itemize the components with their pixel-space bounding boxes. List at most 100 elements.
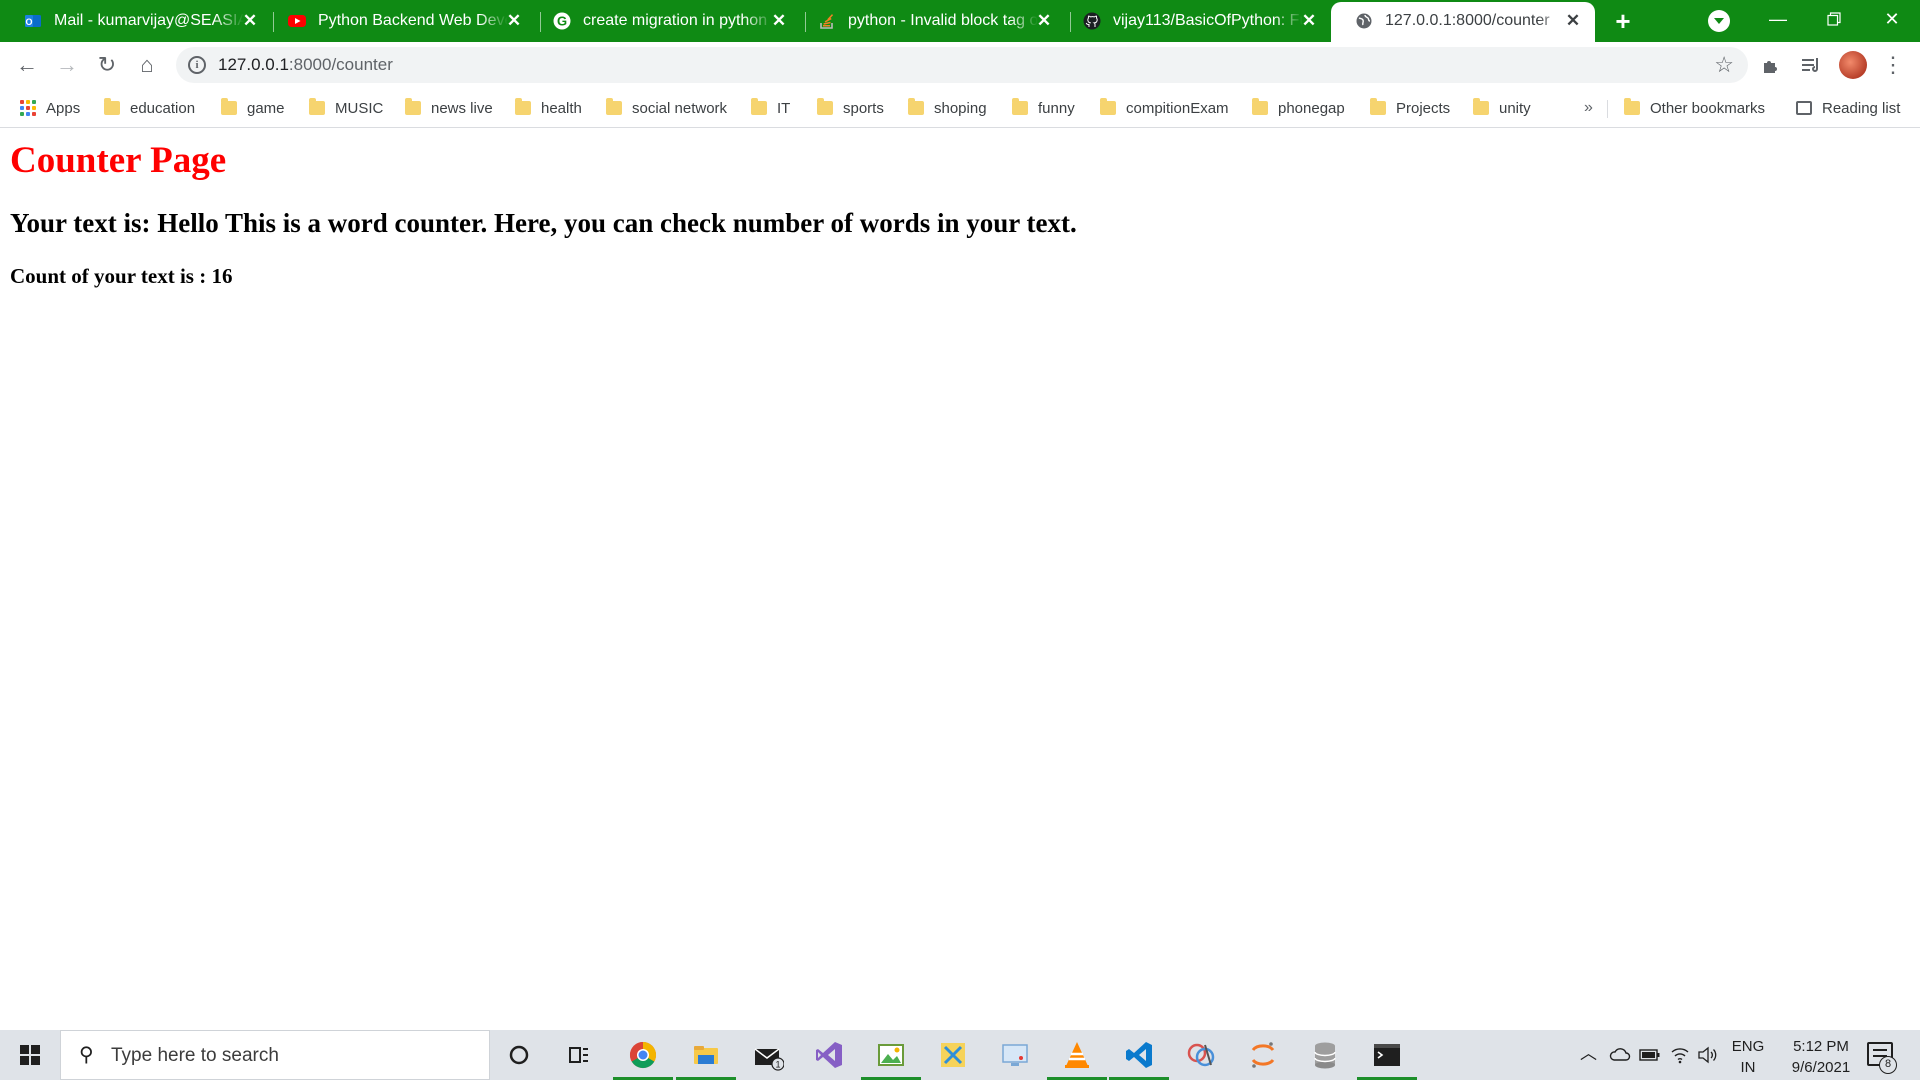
cortana-icon[interactable] <box>503 1039 535 1071</box>
reading-list[interactable]: Reading list <box>1796 96 1900 120</box>
input-language-indicator[interactable]: ENG IN <box>1728 1036 1768 1078</box>
bookmark-label: IT <box>777 99 791 117</box>
bookmark-folder-shoping[interactable]: shoping <box>908 96 987 120</box>
visual-studio-icon[interactable] <box>813 1039 845 1071</box>
address-url[interactable]: 127.0.0.1:8000/counter <box>218 55 393 75</box>
bookmark-folder-education[interactable]: education <box>104 96 195 120</box>
close-tab-icon[interactable]: ✕ <box>769 11 789 31</box>
home-icon[interactable]: ⌂ <box>134 52 160 78</box>
restore-icon[interactable] <box>1806 0 1862 40</box>
wifi-icon[interactable] <box>1670 1046 1690 1064</box>
windows-start-icon[interactable] <box>0 1030 60 1080</box>
tab-stackoverflow[interactable]: python - Invalid block tag on line ✕ <box>794 0 1066 42</box>
search-icon: ⚲ <box>79 1044 94 1066</box>
site-info-icon[interactable]: i <box>188 56 206 74</box>
tab-search-icon[interactable] <box>1708 10 1730 32</box>
apps-grid-icon <box>20 100 36 116</box>
vlc-icon[interactable] <box>1061 1039 1093 1071</box>
browser-toolbar: ← → ↻ ⌂ i 127.0.0.1:8000/counter ☆ ⋮ <box>0 42 1920 88</box>
other-bookmarks[interactable]: Other bookmarks <box>1624 96 1765 120</box>
jupyter-icon[interactable] <box>1247 1039 1279 1071</box>
folder-icon <box>1252 98 1268 115</box>
folder-icon <box>405 98 421 115</box>
bookmark-apps[interactable]: Apps <box>20 96 80 120</box>
folder-icon <box>309 98 325 115</box>
close-tab-icon[interactable]: ✕ <box>1563 11 1583 31</box>
bookmarks-overflow-chevron-icon[interactable]: » <box>1584 96 1593 120</box>
tab-github[interactable]: vijay113/BasicOfPython: Fundamentals ✕ <box>1059 0 1331 42</box>
bookmark-folder-projects[interactable]: Projects <box>1370 96 1450 120</box>
folder-icon <box>1624 98 1640 115</box>
mail-badge: 1 <box>775 1060 780 1070</box>
folder-icon <box>1012 98 1028 115</box>
terminal-icon[interactable] <box>1371 1039 1403 1071</box>
new-tab-button[interactable]: + <box>1610 8 1636 35</box>
battery-icon[interactable] <box>1639 1047 1661 1063</box>
folder-icon <box>908 98 924 115</box>
tab-counter-active[interactable]: 127.0.0.1:8000/counter ✕ <box>1331 2 1595 42</box>
volume-icon[interactable] <box>1697 1046 1719 1064</box>
minimize-icon[interactable]: — <box>1750 0 1806 40</box>
paint-icon[interactable] <box>1185 1039 1217 1071</box>
word-count-result: Count of your text is : 16 <box>10 264 233 288</box>
reading-list-icon <box>1796 101 1812 115</box>
bookmark-folder-phonegap[interactable]: phonegap <box>1252 96 1345 120</box>
profile-avatar[interactable] <box>1839 51 1867 79</box>
task-view-icon[interactable] <box>563 1039 595 1071</box>
youtube-icon <box>288 15 306 27</box>
bookmark-folder-health[interactable]: health <box>515 96 582 120</box>
stackoverflow-icon <box>820 14 834 29</box>
tab-title: vijay113/BasicOfPython: Fundamentals <box>1113 12 1303 29</box>
folder-icon <box>606 98 622 115</box>
bookmark-folder-it[interactable]: IT <box>751 96 790 120</box>
cloud-sync-icon[interactable] <box>1609 1046 1631 1064</box>
forward-icon[interactable]: → <box>54 52 80 78</box>
taskbar-search-box[interactable]: ⚲ Type here to search <box>60 1030 490 1080</box>
vscode-icon[interactable] <box>1123 1039 1155 1071</box>
tab-google[interactable]: G create migration in python django ✕ <box>529 0 801 42</box>
snipping-tool-icon[interactable] <box>937 1039 969 1071</box>
close-tab-icon[interactable]: ✕ <box>1299 11 1319 31</box>
close-tab-icon[interactable]: ✕ <box>240 11 260 31</box>
bookmark-label: Projects <box>1396 99 1451 117</box>
back-icon[interactable]: ← <box>14 52 40 78</box>
bookmark-label: funny <box>1038 99 1075 117</box>
address-bar[interactable]: i 127.0.0.1:8000/counter ☆ <box>176 47 1748 83</box>
bookmark-label: compitionExam <box>1126 99 1229 117</box>
reload-icon[interactable]: ↻ <box>94 52 120 78</box>
folder-icon <box>1370 98 1386 115</box>
bookmark-folder-unity[interactable]: unity <box>1473 96 1531 120</box>
system-clock[interactable]: 5:12 PM 9/6/2021 <box>1776 1036 1866 1078</box>
tab-youtube[interactable]: Python Backend Web Development ✕ <box>264 0 536 42</box>
bookmark-folder-music[interactable]: MUSIC <box>309 96 383 120</box>
image-editor-icon[interactable] <box>875 1039 907 1071</box>
close-tab-icon[interactable]: ✕ <box>504 11 524 31</box>
mail-icon[interactable]: 1 <box>752 1039 784 1071</box>
chrome-icon[interactable] <box>627 1039 659 1071</box>
close-tab-icon[interactable]: ✕ <box>1034 11 1054 31</box>
bookmark-label: Apps <box>46 99 81 117</box>
remote-desktop-icon[interactable] <box>999 1039 1031 1071</box>
bookmark-folder-compitionexam[interactable]: compitionExam <box>1100 96 1229 120</box>
bookmark-folder-sports[interactable]: sports <box>817 96 884 120</box>
database-icon[interactable] <box>1309 1039 1341 1071</box>
bookmark-star-icon[interactable]: ☆ <box>1714 52 1734 78</box>
menu-kebab-icon[interactable]: ⋮ <box>1880 52 1906 78</box>
tab-mail[interactable]: O Mail - kumarvijay@SEASIA.IN ✕ <box>0 0 272 42</box>
folder-icon <box>817 98 833 115</box>
url-host: 127.0.0.1 <box>218 55 289 74</box>
close-window-icon[interactable]: ✕ <box>1864 0 1920 40</box>
clock-date: 9/6/2021 <box>1791 1059 1851 1076</box>
windows-taskbar: ⚲ Type here to search 1 ︿ ENG IN 5:12 PM… <box>0 1030 1920 1080</box>
show-hidden-icons-chevron-icon[interactable]: ︿ <box>1580 1044 1597 1064</box>
extensions-icon[interactable] <box>1758 52 1784 78</box>
media-control-icon[interactable] <box>1798 52 1824 78</box>
language-code: ENG <box>1731 1038 1765 1055</box>
bookmark-folder-game[interactable]: game <box>221 96 285 120</box>
folder-icon <box>1473 98 1489 115</box>
bookmark-folder-news-live[interactable]: news live <box>405 96 493 120</box>
bookmark-folder-social-network[interactable]: social network <box>606 96 727 120</box>
file-explorer-icon[interactable] <box>690 1039 722 1071</box>
bookmark-folder-funny[interactable]: funny <box>1012 96 1075 120</box>
notification-count-badge: 8 <box>1879 1056 1897 1074</box>
